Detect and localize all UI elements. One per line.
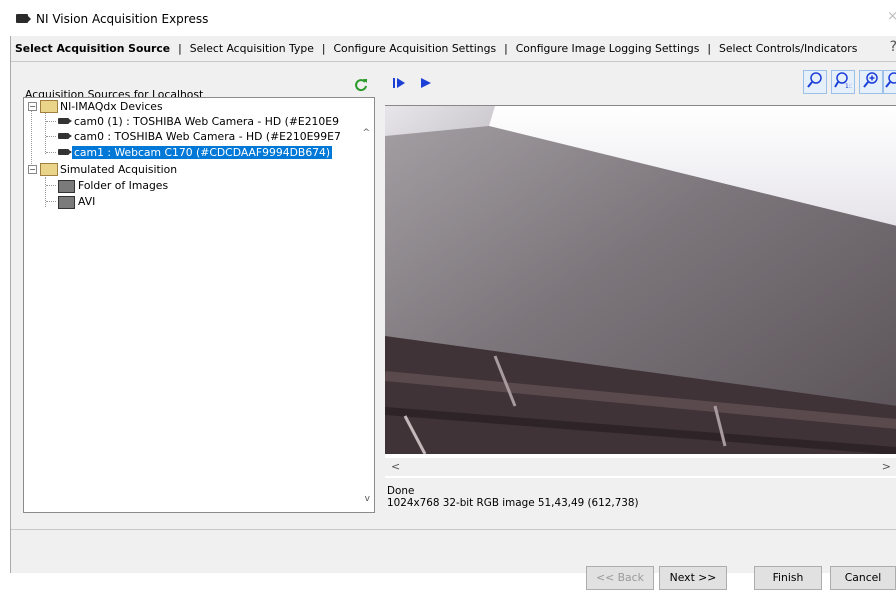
image-source-icon	[58, 180, 75, 193]
step-separator: |	[321, 42, 326, 55]
tree-node-avi[interactable]: AVI	[46, 194, 95, 209]
tree-node-camera[interactable]: cam0 : TOSHIBA Web Camera - HD (#E210E99…	[46, 129, 341, 144]
tree-line	[46, 136, 56, 137]
horizontal-scrollbar[interactable]: < >	[385, 458, 896, 476]
status-text: Done	[387, 485, 415, 497]
status-area: Done 1024x768 32-bit RGB image 51,43,49 …	[385, 479, 896, 524]
step-forward-icon[interactable]	[389, 74, 411, 96]
folder-icon	[40, 163, 58, 176]
tree-node-folder-of-images[interactable]: Folder of Images	[46, 178, 168, 193]
step-select-controls[interactable]: Select Controls/Indicators	[715, 42, 861, 55]
help-icon[interactable]: ?	[890, 39, 896, 55]
finish-button[interactable]: Finish	[754, 566, 822, 590]
camera-icon	[58, 133, 72, 139]
sources-panel: Acquisition Sources for Localhost − NI-I…	[23, 68, 375, 513]
tree-node-simulated[interactable]: − Simulated Acquisition	[28, 162, 177, 177]
tree-node-label: AVI	[78, 195, 96, 208]
divider	[11, 529, 896, 530]
step-separator: |	[707, 42, 711, 55]
collapse-icon[interactable]: −	[28, 102, 37, 111]
step-select-source[interactable]: Select Acquisition Source	[11, 42, 174, 55]
scroll-left-icon[interactable]: <	[391, 460, 400, 473]
image-source-icon	[58, 196, 75, 209]
image-info: 1024x768 32-bit RGB image 51,43,49 (612,…	[387, 497, 639, 509]
divider	[11, 61, 896, 62]
wizard-buttons: << Back Next >> Finish Cancel	[11, 535, 896, 590]
zoom-out-icon[interactable]	[883, 70, 896, 94]
step-separator: |	[504, 42, 508, 55]
scroll-up-icon[interactable]: ^	[362, 128, 370, 138]
tree-node-camera-selected[interactable]: cam1 : Webcam C170 (#CDCDAAF9994DB674)	[46, 145, 333, 160]
zoom-1to1-icon[interactable]: 1:1	[831, 70, 855, 94]
refresh-icon[interactable]	[353, 78, 369, 94]
tree-line	[46, 121, 56, 122]
tree-node-label: Simulated Acquisition	[60, 163, 178, 176]
tree-node-label: cam0 (1) : TOSHIBA Web Camera - HD (#E21…	[74, 115, 339, 128]
tree-node-camera[interactable]: cam0 (1) : TOSHIBA Web Camera - HD (#E21…	[46, 114, 339, 129]
zoom-to-fit-icon[interactable]	[803, 70, 827, 94]
scroll-right-icon[interactable]: >	[882, 460, 891, 473]
image-viewer[interactable]: < >	[385, 105, 896, 478]
play-icon[interactable]	[415, 74, 437, 96]
tree-node-label: Folder of Images	[78, 179, 169, 192]
sources-header: Acquisition Sources for Localhost	[23, 74, 375, 101]
back-button[interactable]: << Back	[586, 566, 654, 590]
preview-panel: 1:1	[385, 68, 896, 513]
tree-node-label: cam1 : Webcam C170 (#CDCDAAF9994DB674)	[72, 146, 333, 159]
collapse-icon[interactable]: −	[28, 165, 37, 174]
scroll-down-icon[interactable]: v	[365, 494, 370, 504]
window-title: NI Vision Acquisition Express	[36, 12, 209, 26]
wizard-steps: Select Acquisition Source | Select Acqui…	[11, 36, 896, 61]
step-configure-logging[interactable]: Configure Image Logging Settings	[512, 42, 704, 55]
camera-preview-image[interactable]	[385, 106, 896, 454]
step-configure-acquisition[interactable]: Configure Acquisition Settings	[330, 42, 501, 55]
tree-line	[46, 185, 56, 186]
title-bar: NI Vision Acquisition Express ×	[10, 0, 896, 36]
next-button[interactable]: Next >>	[659, 566, 727, 590]
svg-text:1:1: 1:1	[845, 83, 852, 89]
wizard-frame: Select Acquisition Source | Select Acqui…	[10, 36, 896, 590]
camera-icon	[58, 149, 72, 155]
tree-line	[46, 201, 56, 202]
tree-node-label: NI-IMAQdx Devices	[60, 100, 163, 113]
app-camera-icon	[16, 14, 31, 23]
tree-line	[46, 152, 56, 153]
tree-node-label: cam0 : TOSHIBA Web Camera - HD (#E210E99…	[74, 130, 341, 143]
cancel-button[interactable]: Cancel	[830, 566, 896, 590]
close-icon[interactable]: ×	[887, 9, 896, 24]
sources-tree[interactable]: − NI-IMAQdx Devices cam0 (1) : TOSHIBA W…	[23, 97, 375, 513]
step-separator: |	[178, 42, 182, 55]
camera-icon	[58, 118, 72, 124]
step-select-type[interactable]: Select Acquisition Type	[186, 42, 318, 55]
tree-node-imaqdx[interactable]: − NI-IMAQdx Devices	[28, 99, 163, 114]
folder-icon	[40, 100, 58, 113]
zoom-in-icon[interactable]	[859, 70, 883, 94]
